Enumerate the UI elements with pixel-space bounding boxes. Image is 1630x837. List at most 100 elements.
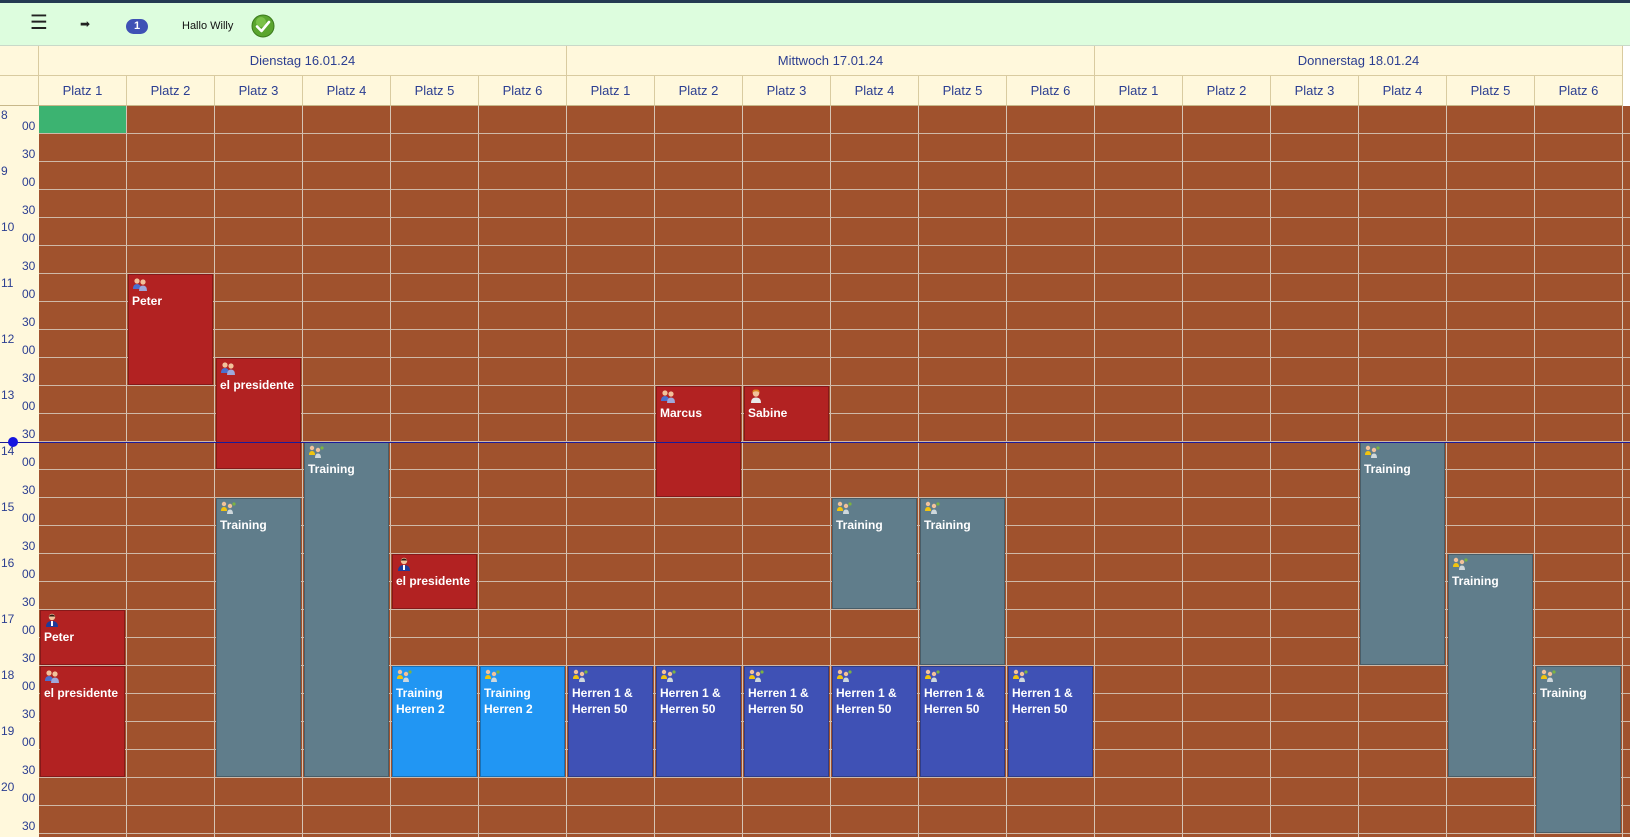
- grid-line: [39, 301, 1630, 302]
- hour-label: 17: [1, 612, 15, 626]
- booking-block[interactable]: Training: [1360, 442, 1445, 665]
- booking-block[interactable]: Training Herren 2: [480, 666, 565, 777]
- minute-label: 30: [22, 763, 36, 777]
- minute-label: 30: [22, 483, 36, 497]
- grid-line: [126, 106, 127, 837]
- court-header: Platz 2: [1183, 76, 1271, 106]
- booking-block[interactable]: Herren 1 & Herren 50: [744, 666, 829, 777]
- grid-line: [1182, 106, 1183, 837]
- group-icon: [660, 389, 676, 403]
- training-icon: [1364, 445, 1380, 459]
- logout-icon[interactable]: ➡: [80, 17, 90, 31]
- day-header: Mittwoch 17.01.24: [567, 46, 1095, 76]
- booking-block[interactable]: Herren 1 & Herren 50: [568, 666, 653, 777]
- booking-block[interactable]: Training Herren 2: [392, 666, 477, 777]
- training-icon: [220, 501, 236, 515]
- booking-label: Marcus: [660, 406, 703, 420]
- booking-block[interactable]: Herren 1 & Herren 50: [1008, 666, 1093, 777]
- grid-line: [39, 833, 1630, 834]
- grid-line: [39, 329, 1630, 330]
- grid-line: [39, 805, 1630, 806]
- booking-block[interactable]: Herren 1 & Herren 50: [832, 666, 917, 777]
- group-icon: [44, 669, 60, 683]
- hour-label: 18: [1, 668, 15, 682]
- current-time-line: [0, 442, 1630, 443]
- booking-block[interactable]: el presidente: [216, 358, 301, 469]
- minute-label: 30: [22, 315, 36, 329]
- training-icon: [572, 669, 588, 683]
- booking-block[interactable]: Peter: [40, 610, 125, 665]
- booking-label: Sabine: [748, 406, 788, 420]
- court-header: Platz 3: [1271, 76, 1359, 106]
- hour-label: 19: [1, 724, 15, 738]
- selected-slot[interactable]: [39, 106, 126, 133]
- booking-block[interactable]: Training: [304, 442, 389, 777]
- day-header: Dienstag 16.01.24: [39, 46, 567, 76]
- booking-block[interactable]: el presidente: [40, 666, 125, 777]
- booking-block[interactable]: Peter: [128, 274, 213, 385]
- training-icon: [924, 501, 940, 515]
- minute-label: 00: [22, 231, 36, 245]
- minute-label: 30: [22, 427, 36, 441]
- person-icon: [44, 613, 60, 627]
- minute-label: 30: [22, 819, 36, 833]
- booking-block[interactable]: Sabine: [744, 386, 829, 441]
- court-header: Platz 1: [567, 76, 655, 106]
- grid-line: [1358, 106, 1359, 837]
- hour-label: 8: [1, 108, 8, 122]
- booking-label: Training: [1364, 462, 1411, 476]
- court-header: Platz 1: [1095, 76, 1183, 106]
- booking-label: Training: [1452, 574, 1499, 588]
- minute-label: 00: [22, 511, 36, 525]
- notification-badge[interactable]: 1: [126, 19, 148, 34]
- hour-label: 16: [1, 556, 15, 570]
- booking-block[interactable]: Training: [920, 498, 1005, 665]
- training-icon: [748, 669, 764, 683]
- training-icon: [660, 669, 676, 683]
- minute-label: 00: [22, 399, 36, 413]
- court-header: Platz 6: [1535, 76, 1623, 106]
- menu-icon[interactable]: ☰: [30, 13, 48, 33]
- group-icon: [132, 277, 148, 291]
- booking-label: el presidente: [396, 574, 471, 588]
- booking-label: Herren 1 & Herren 50: [924, 686, 985, 716]
- booking-label: Training: [1540, 686, 1587, 700]
- grid-line: [742, 106, 743, 837]
- grid-line: [390, 106, 391, 837]
- booking-calendar: Dienstag 16.01.24 Platz 1 Platz 2 Platz 3 Pl…: [0, 46, 1630, 837]
- person-female-icon: [748, 389, 764, 403]
- court-header: Platz 3: [215, 76, 303, 106]
- grid-line: [39, 777, 1630, 778]
- court-header: Platz 4: [303, 76, 391, 106]
- booking-block[interactable]: Training: [1536, 666, 1621, 833]
- booking-block[interactable]: Training: [1448, 554, 1533, 777]
- minute-label: 30: [22, 371, 36, 385]
- minute-label: 30: [22, 203, 36, 217]
- booking-block[interactable]: Training: [216, 498, 301, 777]
- court-header: Platz 5: [1447, 76, 1535, 106]
- booking-label: Training Herren 2: [484, 686, 533, 716]
- grid-line: [39, 189, 1630, 190]
- booking-block[interactable]: Training: [832, 498, 917, 609]
- minute-label: 30: [22, 259, 36, 273]
- booking-block[interactable]: el presidente: [392, 554, 477, 609]
- minute-label: 30: [22, 595, 36, 609]
- grid-line: [39, 273, 1630, 274]
- minute-label: 00: [22, 679, 36, 693]
- court-header: Platz 6: [1007, 76, 1095, 106]
- court-header: Platz 4: [831, 76, 919, 106]
- grid-line: [39, 161, 1630, 162]
- grid-line: [214, 106, 215, 837]
- training-icon: [924, 669, 940, 683]
- training-icon: [1012, 669, 1028, 683]
- booking-block[interactable]: Herren 1 & Herren 50: [656, 666, 741, 777]
- header-corner: [0, 46, 39, 76]
- minute-label: 00: [22, 567, 36, 581]
- group-icon: [220, 361, 236, 375]
- booking-label: el presidente: [220, 378, 295, 392]
- booking-label: Peter: [132, 294, 163, 308]
- checkmark-icon[interactable]: [251, 14, 275, 38]
- training-icon: [308, 445, 324, 459]
- booking-block[interactable]: Herren 1 & Herren 50: [920, 666, 1005, 777]
- booking-label: Training: [924, 518, 971, 532]
